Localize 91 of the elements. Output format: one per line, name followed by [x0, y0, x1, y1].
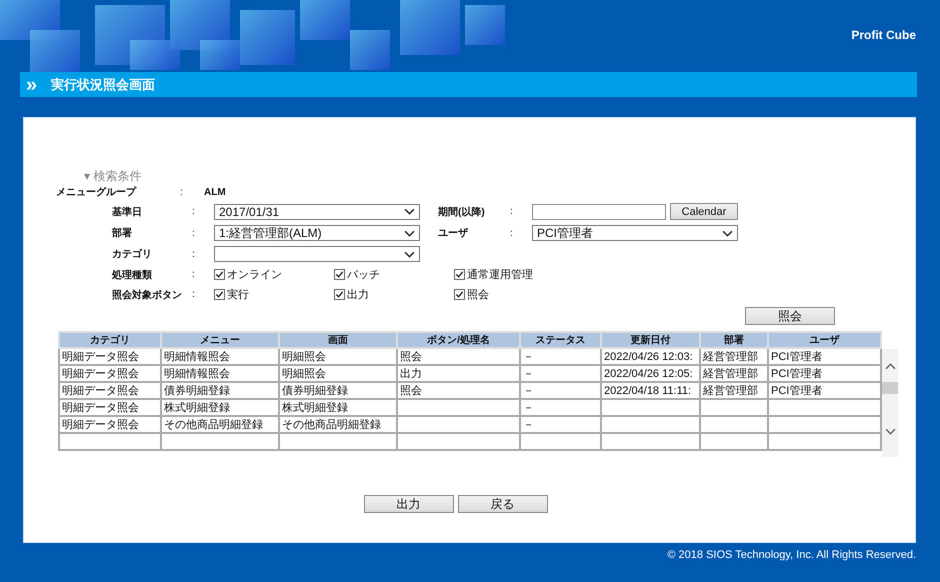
table-cell: その他商品明細登録 [161, 416, 279, 433]
checkbox-label: オンライン [227, 268, 282, 282]
table-cell: 債券明細登録 [161, 382, 279, 399]
table-cell: 2022/04/26 12:03: [601, 348, 700, 365]
table-cell: 明細データ照会 [59, 399, 161, 416]
table-cell: 明細照会 [279, 348, 397, 365]
copyright-text: © 2018 SIOS Technology, Inc. All Rights Reserved. [666, 548, 917, 561]
query-button[interactable]: 照会 [745, 307, 835, 325]
table-cell: その他商品明細登録 [279, 416, 397, 433]
table-cell: － [520, 399, 601, 416]
table-cell: 経営管理部 [700, 348, 768, 365]
checkbox[interactable] [454, 269, 465, 280]
field-label: 照会対象ボタン [112, 288, 183, 302]
colon: : [510, 206, 514, 217]
field-label: 基準日 [112, 206, 143, 218]
table-cell: PCI管理者 [768, 382, 881, 399]
chevron-icon: » [26, 74, 38, 94]
table-cell: 2022/04/18 11:11: [601, 382, 700, 399]
dropdown[interactable] [214, 246, 420, 262]
action-button[interactable]: 出力 [364, 495, 454, 513]
scrollbar-thumb[interactable] [882, 382, 898, 394]
table-cell: 明細データ照会 [59, 365, 161, 382]
page-title: 実行状況照会画面 [51, 76, 156, 94]
section-toggle[interactable]: ▾ 検索条件 [84, 168, 142, 185]
checkbox-label: 出力 [347, 288, 369, 302]
checkbox[interactable] [214, 269, 225, 280]
checkbox[interactable] [334, 269, 345, 280]
checkbox-label: 実行 [227, 288, 249, 302]
column-header: カテゴリ [59, 332, 161, 348]
dropdown[interactable]: 1:経営管理部(ALM) [214, 225, 420, 241]
table-cell: 株式明細登録 [161, 399, 279, 416]
colon: : [192, 289, 196, 300]
caret-icon [404, 250, 415, 258]
scrollbar[interactable] [882, 349, 898, 457]
scroll-down-icon[interactable] [884, 428, 896, 435]
caret-icon [722, 230, 733, 236]
checkbox-label: 通常運用管理 [467, 268, 533, 282]
dropdown[interactable]: 2017/01/31 [214, 204, 420, 220]
date-input[interactable] [532, 204, 666, 220]
column-header: 部署 [700, 332, 768, 348]
table-cell: － [520, 365, 601, 382]
table-cell: 照会 [397, 348, 520, 365]
caret-icon [404, 230, 415, 236]
table-cell: 明細データ照会 [59, 382, 161, 399]
column-header: ユーザ [768, 332, 881, 348]
calendar-button[interactable]: Calendar [670, 203, 738, 220]
colon: : [192, 269, 196, 280]
column-header: ボタン/処理名 [397, 332, 520, 348]
colon: : [510, 228, 514, 238]
colon: : [192, 206, 196, 217]
field-label: ユーザ [438, 226, 469, 240]
checkbox[interactable] [214, 289, 225, 300]
action-button[interactable]: 戻る [458, 495, 548, 513]
table-cell: 出力 [397, 365, 520, 382]
table-cell: 明細情報照会 [161, 365, 279, 382]
field-label: 部署 [112, 226, 133, 240]
checkbox-label: バッチ [347, 268, 380, 282]
table-cell: 照会 [397, 382, 520, 399]
field-label: 処理種類 [112, 268, 153, 282]
field-label: カテゴリ [112, 248, 153, 261]
table-cell: 明細データ照会 [59, 348, 161, 365]
brand-logo: Profit Cube [851, 28, 916, 42]
table-cell: PCI管理者 [768, 365, 881, 382]
checkbox[interactable] [454, 289, 465, 300]
column-header: 画面 [279, 332, 397, 348]
colon: : [192, 228, 196, 238]
field-value: ALM [204, 186, 226, 198]
column-header: メニュー [161, 332, 279, 348]
scroll-up-icon[interactable] [884, 363, 896, 370]
table-cell: － [520, 382, 601, 399]
table-cell: 経営管理部 [700, 365, 768, 382]
checkbox-label: 照会 [467, 288, 489, 302]
colon: : [180, 186, 184, 198]
field-label: 期間(以降) [438, 206, 486, 218]
dropdown[interactable]: PCI管理者 [532, 225, 738, 241]
table-cell: 経営管理部 [700, 382, 768, 399]
table-cell: － [520, 416, 601, 433]
column-header: 更新日付 [601, 332, 700, 348]
caret-icon [404, 208, 415, 215]
table-cell: 2022/04/26 12:05: [601, 365, 700, 382]
table-cell: 明細情報照会 [161, 348, 279, 365]
table-cell: 明細データ照会 [59, 416, 161, 433]
table-cell: － [520, 348, 601, 365]
table-cell: 株式明細登録 [279, 399, 397, 416]
table-cell: PCI管理者 [768, 348, 881, 365]
colon: : [192, 248, 196, 260]
table-cell: 明細照会 [279, 365, 397, 382]
checkbox[interactable] [334, 289, 345, 300]
table-cell: 債券明細登録 [279, 382, 397, 399]
column-header: ステータス [520, 332, 601, 348]
field-label: メニューグループ [56, 185, 138, 199]
